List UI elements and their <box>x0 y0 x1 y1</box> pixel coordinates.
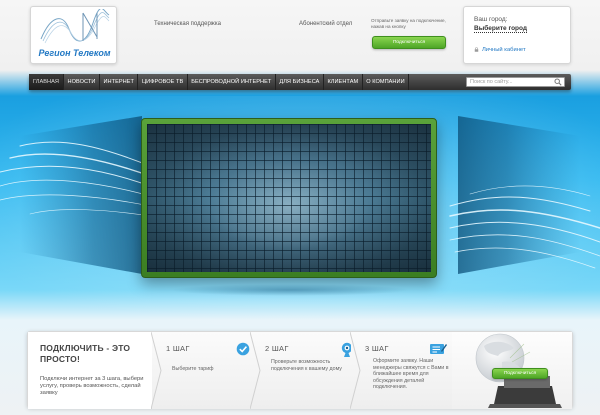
form-pen-icon <box>430 344 447 354</box>
nav-item-home[interactable]: ГЛАВНАЯ <box>29 74 65 90</box>
screen-vignette <box>147 124 431 272</box>
steps-intro: ПОДКЛЮЧИТЬ - ЭТО ПРОСТО! Подключи интерн… <box>28 332 151 409</box>
connect-button-header[interactable]: Подключиться <box>372 36 446 49</box>
search-input[interactable] <box>466 77 565 87</box>
nav-items: ГЛАВНАЯ НОВОСТИ ИНТЕРНЕТ ЦИФРОВОЕ ТВ БЕС… <box>29 74 410 90</box>
step-2[interactable]: 2 ШАГ Проверьте возможность подключения … <box>250 332 353 409</box>
city-label: Ваш город: <box>474 16 508 23</box>
city-box: Ваш город: Выберите город Личный кабинет <box>463 6 571 64</box>
logo-wave-icon <box>40 9 110 44</box>
nav-item-clients[interactable]: КЛИЕНТАМ <box>324 74 363 90</box>
steps-intro-title: ПОДКЛЮЧИТЬ - ЭТО ПРОСТО! <box>40 343 131 364</box>
step-divider <box>250 332 261 409</box>
cabinet-label: Личный кабинет <box>482 47 526 53</box>
final-connect-panel: Подключиться <box>452 332 572 409</box>
city-select[interactable]: Выберите город <box>474 25 528 33</box>
cabinet-link[interactable]: Личный кабинет <box>474 47 526 53</box>
step-text: Выберите тариф <box>172 366 214 372</box>
step-divider <box>151 332 162 409</box>
nav-item-internet[interactable]: ИНТЕРНЕТ <box>100 74 139 90</box>
main-nav: ГЛАВНАЯ НОВОСТИ ИНТЕРНЕТ ЦИФРОВОЕ ТВ БЕС… <box>29 74 571 90</box>
checkmark-icon <box>236 342 250 356</box>
logo-text: Регион Телеком <box>38 48 111 58</box>
logo[interactable]: Регион Телеком <box>30 6 117 64</box>
step-text: Проверьте возможность подключения к ваше… <box>271 359 342 372</box>
connect-button-steps[interactable]: Подключиться <box>492 368 548 379</box>
steps-intro-text: Подключи интернет за 3 шага, выбери услу… <box>40 376 144 396</box>
step-title: 2 ШАГ <box>265 344 289 353</box>
screen-shadow <box>170 284 410 296</box>
request-note: Отправьте заявку на подключение, нажав н… <box>371 18 446 29</box>
step-3[interactable]: 3 ШАГ Оформите заявку. Наши менеджеры св… <box>350 332 452 409</box>
nav-item-about[interactable]: О КОМПАНИИ <box>363 74 410 90</box>
abonent-link[interactable]: Абонентский отдел <box>299 21 352 27</box>
support-link[interactable]: Техническая поддержка <box>154 21 221 27</box>
lock-icon <box>474 47 479 52</box>
step-title: 3 ШАГ <box>365 344 389 353</box>
step-divider <box>350 332 361 409</box>
step-title: 1 ШАГ <box>166 344 190 353</box>
step-text: Оформите заявку. Наши менеджеры свяжутся… <box>373 358 449 391</box>
nav-item-digital-tv[interactable]: ЦИФРОВОЕ ТВ <box>138 74 188 90</box>
page: Регион Телеком Техническая поддержка Або… <box>0 0 600 415</box>
search-icon[interactable] <box>554 78 562 86</box>
hero-screen <box>147 124 431 272</box>
connection-steps: ПОДКЛЮЧИТЬ - ЭТО ПРОСТО! Подключи интерн… <box>27 331 573 409</box>
nav-item-wireless-internet[interactable]: БЕСПРОВОДНОЙ ИНТЕРНЕТ <box>188 74 276 90</box>
nav-item-business[interactable]: ДЛЯ БИЗНЕСА <box>276 74 324 90</box>
step-1[interactable]: 1 ШАГ Выберите тариф <box>151 332 251 409</box>
nav-item-news[interactable]: НОВОСТИ <box>64 74 100 90</box>
